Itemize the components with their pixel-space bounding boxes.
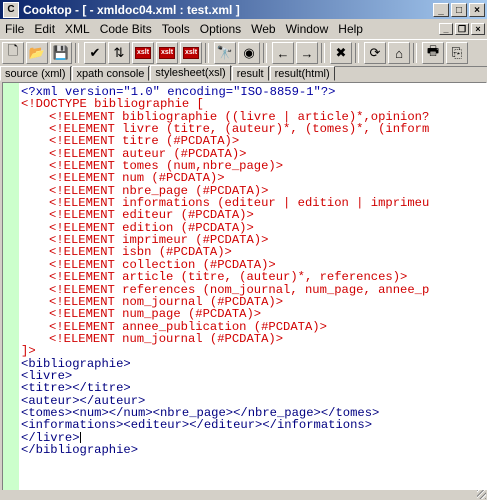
tab-result[interactable]: result	[231, 66, 269, 81]
validate-check-button[interactable]: ✔	[84, 42, 106, 64]
find-button[interactable]: 🔭	[214, 42, 236, 64]
close-button[interactable]: ×	[469, 2, 485, 17]
stop-button[interactable]: ✖	[330, 42, 352, 64]
toolbar-separator	[75, 43, 79, 63]
toolbar: 🗋 📂 💾 ✔ ⇅ xslt xslt xslt 🔭 ◉ ← → ✖ ⟳ ⌂ 🖶 ⎘	[0, 39, 487, 67]
toolbar-separator	[321, 43, 325, 63]
toolbar-separator	[355, 43, 359, 63]
tab-result-html[interactable]: result(html)	[269, 66, 335, 81]
minimize-button[interactable]: _	[433, 2, 449, 17]
xslt-3-icon: xslt	[182, 47, 200, 59]
find-icon: 🔭	[216, 45, 234, 60]
mdi-restore-button[interactable]: ❐	[455, 23, 469, 35]
mdi-controls: _ ❐ ×	[439, 23, 487, 35]
mdi-close-button[interactable]: ×	[471, 23, 485, 35]
validate-check-icon: ✔	[89, 45, 101, 60]
tab-stylesheet-xsl[interactable]: stylesheet(xsl)	[150, 65, 231, 81]
save-icon: 💾	[52, 45, 70, 60]
app-icon[interactable]: C	[3, 1, 19, 18]
back-button[interactable]: ←	[272, 42, 294, 64]
sort-button[interactable]: ⇅	[108, 42, 130, 64]
code-content[interactable]: <?xml version="1.0" encoding="ISO-8859-1…	[21, 86, 429, 456]
menu-bar: File Edit XML Code Bits Tools Options Web Windo…	[0, 19, 487, 39]
editor-gutter	[3, 83, 19, 491]
xslt-3-button[interactable]: xslt	[180, 42, 202, 64]
maximize-button[interactable]: □	[451, 2, 467, 17]
tab-strip: source (xml) xpath console stylesheet(xsl)…	[0, 65, 487, 81]
xslt-2-icon: xslt	[158, 47, 176, 59]
home-icon: ⌂	[395, 45, 403, 61]
new-button[interactable]: 🗋	[2, 42, 24, 64]
print-button[interactable]: 🖶	[422, 42, 444, 64]
refresh-button[interactable]: ⟳	[364, 42, 386, 64]
refresh-icon: ⟳	[369, 45, 381, 60]
status-bar	[0, 490, 487, 500]
resize-grip[interactable]	[477, 490, 486, 499]
code-line: <!ELEMENT num_journal (#PCDATA)>	[21, 333, 429, 345]
save-button[interactable]: 💾	[50, 42, 72, 64]
menu-item-edit[interactable]: Edit	[29, 22, 60, 36]
menu-item-options[interactable]: Options	[195, 22, 246, 36]
browser-button[interactable]: ◉	[238, 42, 260, 64]
text-caret	[79, 431, 81, 443]
code-line-text: </bibliographie>	[21, 442, 139, 457]
forward-icon: →	[300, 45, 314, 61]
mdi-minimize-button[interactable]: _	[439, 23, 453, 35]
window-title: Cooktop - [ - xmldoc04.xml : test.xml ]	[23, 2, 240, 17]
open-icon: 📂	[28, 45, 46, 60]
code-editor[interactable]: <?xml version="1.0" encoding="ISO-8859-1…	[2, 82, 487, 492]
stop-icon: ✖	[335, 45, 347, 60]
toolbar-separator	[205, 43, 209, 63]
toolbar-separator	[263, 43, 267, 63]
sort-icon: ⇅	[113, 45, 125, 60]
copy-icon: ⎘	[451, 45, 463, 60]
xslt-1-icon: xslt	[134, 47, 152, 59]
code-line: </bibliographie>	[21, 444, 429, 456]
open-button[interactable]: 📂	[26, 42, 48, 64]
menu-item-xml[interactable]: XML	[60, 22, 95, 36]
tab-source-xml[interactable]: source (xml)	[0, 66, 71, 81]
code-line: <informations><editeur></editeur></infor…	[21, 419, 429, 431]
back-icon: ←	[276, 45, 290, 61]
browser-icon: ◉	[243, 45, 255, 60]
menu-item-web[interactable]: Web	[246, 22, 280, 36]
home-button[interactable]: ⌂	[388, 42, 410, 64]
new-icon: 🗋	[7, 43, 19, 58]
menu-item-file[interactable]: File	[0, 22, 29, 36]
menu-item-help[interactable]: Help	[333, 22, 368, 36]
print-icon: 🖶	[426, 43, 440, 58]
title-bar[interactable]: C Cooktop - [ - xmldoc04.xml : test.xml …	[0, 0, 487, 19]
xslt-1-button[interactable]: xslt	[132, 42, 154, 64]
code-line-text: <!ELEMENT num_journal (#PCDATA)>	[49, 331, 284, 346]
code-line: <bibliographie>	[21, 357, 429, 370]
menu-item-tools[interactable]: Tools	[157, 22, 195, 36]
xslt-2-button[interactable]: xslt	[156, 42, 178, 64]
toolbar-separator	[413, 43, 417, 63]
tab-xpath-console[interactable]: xpath console	[71, 66, 150, 81]
menu-item-window[interactable]: Window	[281, 22, 334, 36]
forward-button[interactable]: →	[296, 42, 318, 64]
copy-button[interactable]: ⎘	[446, 42, 468, 64]
menu-item-code-bits[interactable]: Code Bits	[95, 22, 157, 36]
